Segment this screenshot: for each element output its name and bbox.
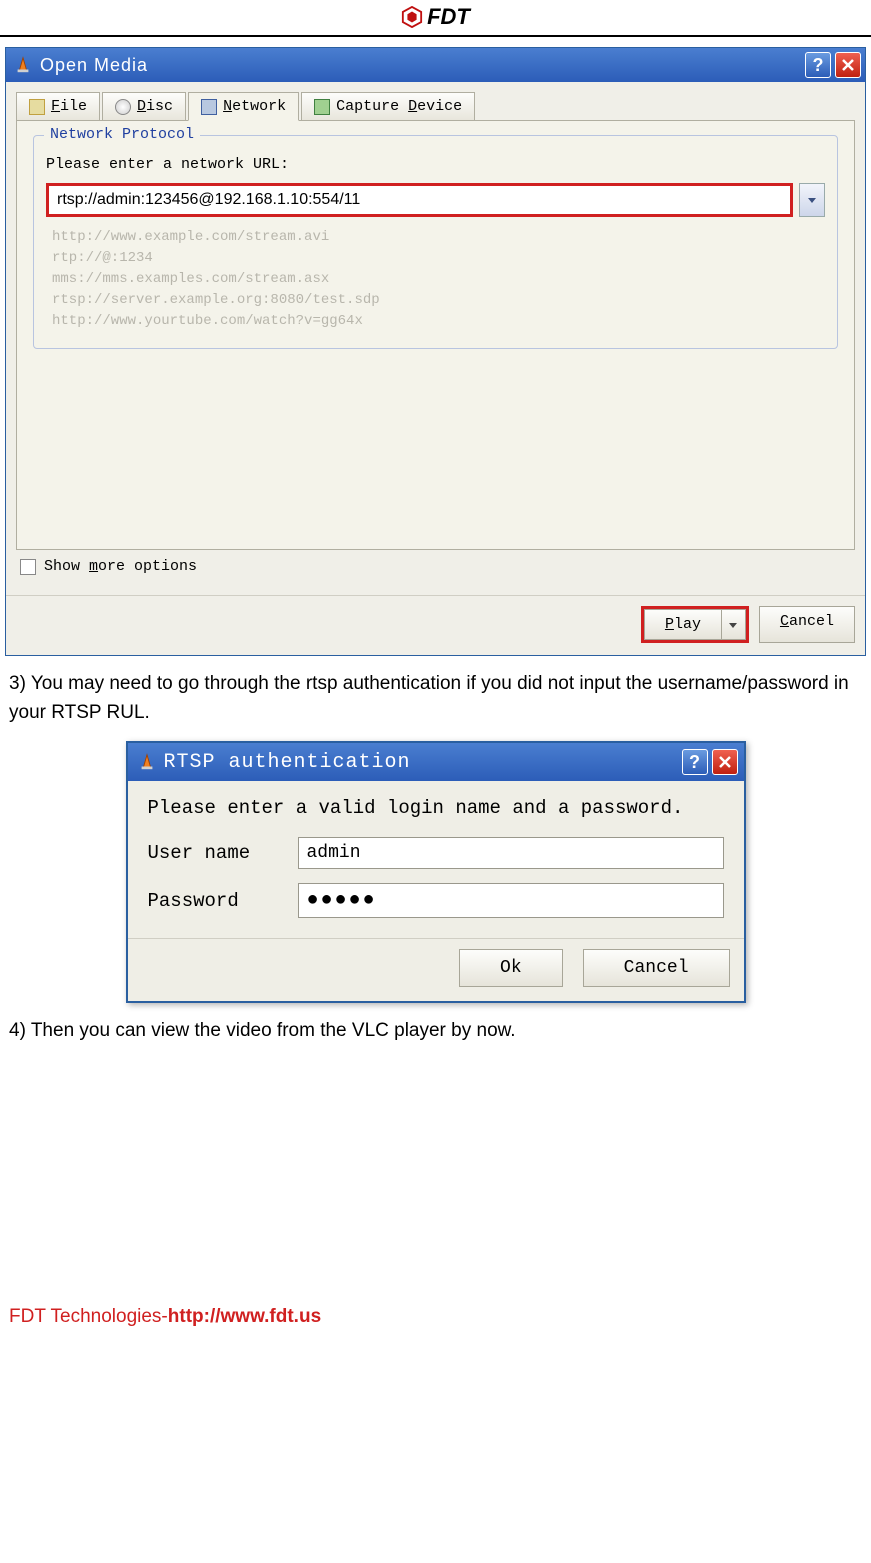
footer-company: FDT Technologies-: [9, 1306, 168, 1327]
group-title: Network Protocol: [44, 126, 200, 143]
chevron-down-icon: [807, 195, 817, 205]
example-line: http://www.yourtube.com/watch?v=gg64x: [52, 311, 825, 332]
vlc-icon: [14, 56, 32, 74]
example-line: rtsp://server.example.org:8080/test.sdp: [52, 290, 825, 311]
cancel-button[interactable]: Cancel: [583, 949, 730, 987]
network-protocol-group: Network Protocol Please enter a network …: [33, 135, 838, 349]
tab-capture[interactable]: Capture Device: [301, 92, 475, 121]
auth-prompt: Please enter a valid login name and a pa…: [148, 797, 724, 819]
step-4-text: 4) Then you can view the video from the …: [9, 1017, 862, 1046]
close-button[interactable]: [835, 52, 861, 78]
tab-file[interactable]: File: [16, 92, 100, 121]
tab-network[interactable]: Network: [188, 92, 299, 121]
network-tab-pane: Network Protocol Please enter a network …: [16, 120, 855, 550]
play-button[interactable]: Play: [644, 609, 722, 640]
tab-network-rest: etwork: [232, 98, 286, 115]
open-media-title: Open Media: [40, 55, 801, 76]
auth-titlebar: RTSP authentication ?: [128, 743, 744, 781]
footer-url: http://www.fdt.us: [168, 1306, 321, 1327]
network-url-input[interactable]: [46, 183, 793, 217]
tab-disc-rest: isc: [146, 98, 173, 115]
close-icon: [841, 58, 855, 72]
page-header: FDT: [0, 0, 871, 37]
auth-button-bar: Ok Cancel: [128, 938, 744, 1001]
example-line: rtp://@:1234: [52, 248, 825, 269]
dialog-button-bar: Play Cancel: [6, 595, 865, 655]
show-more-checkbox[interactable]: [20, 559, 36, 575]
example-line: mms://mms.examples.com/stream.asx: [52, 269, 825, 290]
auth-cancel-rest: ancel: [634, 958, 688, 978]
help-button[interactable]: ?: [805, 52, 831, 78]
media-tabs: File Disc Network Capture Device: [16, 92, 855, 121]
url-examples: http://www.example.com/stream.avi rtp://…: [46, 227, 825, 332]
cancel-rest: ancel: [789, 613, 834, 630]
tab-capture-label: Capture Device: [336, 98, 462, 115]
vlc-icon: [138, 753, 156, 771]
show-more-row: Show more options: [16, 550, 855, 587]
open-media-window: Open Media ? File Disc Network: [5, 47, 866, 656]
page-footer: FDT Technologies-http://www.fdt.us: [5, 1306, 866, 1344]
username-label: User name: [148, 842, 298, 864]
capture-icon: [314, 99, 330, 115]
rtsp-auth-window: RTSP authentication ? Please enter a val…: [126, 741, 746, 1003]
example-line: http://www.example.com/stream.avi: [52, 227, 825, 248]
password-input[interactable]: ●●●●●: [298, 883, 724, 918]
tab-file-rest: ile: [60, 98, 87, 115]
url-prompt: Please enter a network URL:: [46, 156, 825, 173]
folder-icon: [29, 99, 45, 115]
auth-title: RTSP authentication: [164, 751, 678, 774]
brand-logo: FDT: [401, 4, 470, 30]
fdt-logo-icon: [401, 6, 423, 28]
play-dropdown[interactable]: [722, 609, 746, 640]
username-input[interactable]: [298, 837, 724, 869]
cancel-button[interactable]: Cancel: [759, 606, 855, 643]
play-rest: lay: [674, 616, 701, 633]
close-icon: [718, 755, 732, 769]
ok-rest: k: [511, 958, 522, 978]
step-3-text: 3) You may need to go through the rtsp a…: [9, 670, 862, 727]
disc-icon: [115, 99, 131, 115]
password-label: Password: [148, 890, 298, 912]
show-more-label: Show more options: [44, 558, 197, 575]
close-button[interactable]: [712, 749, 738, 775]
brand-text: FDT: [427, 4, 470, 30]
chevron-down-icon: [728, 620, 738, 630]
network-icon: [201, 99, 217, 115]
help-button[interactable]: ?: [682, 749, 708, 775]
ok-button[interactable]: Ok: [459, 949, 563, 987]
tab-disc[interactable]: Disc: [102, 92, 186, 121]
url-dropdown-arrow[interactable]: [799, 183, 825, 217]
play-button-group: Play: [641, 606, 749, 643]
open-media-titlebar: Open Media ?: [6, 48, 865, 82]
